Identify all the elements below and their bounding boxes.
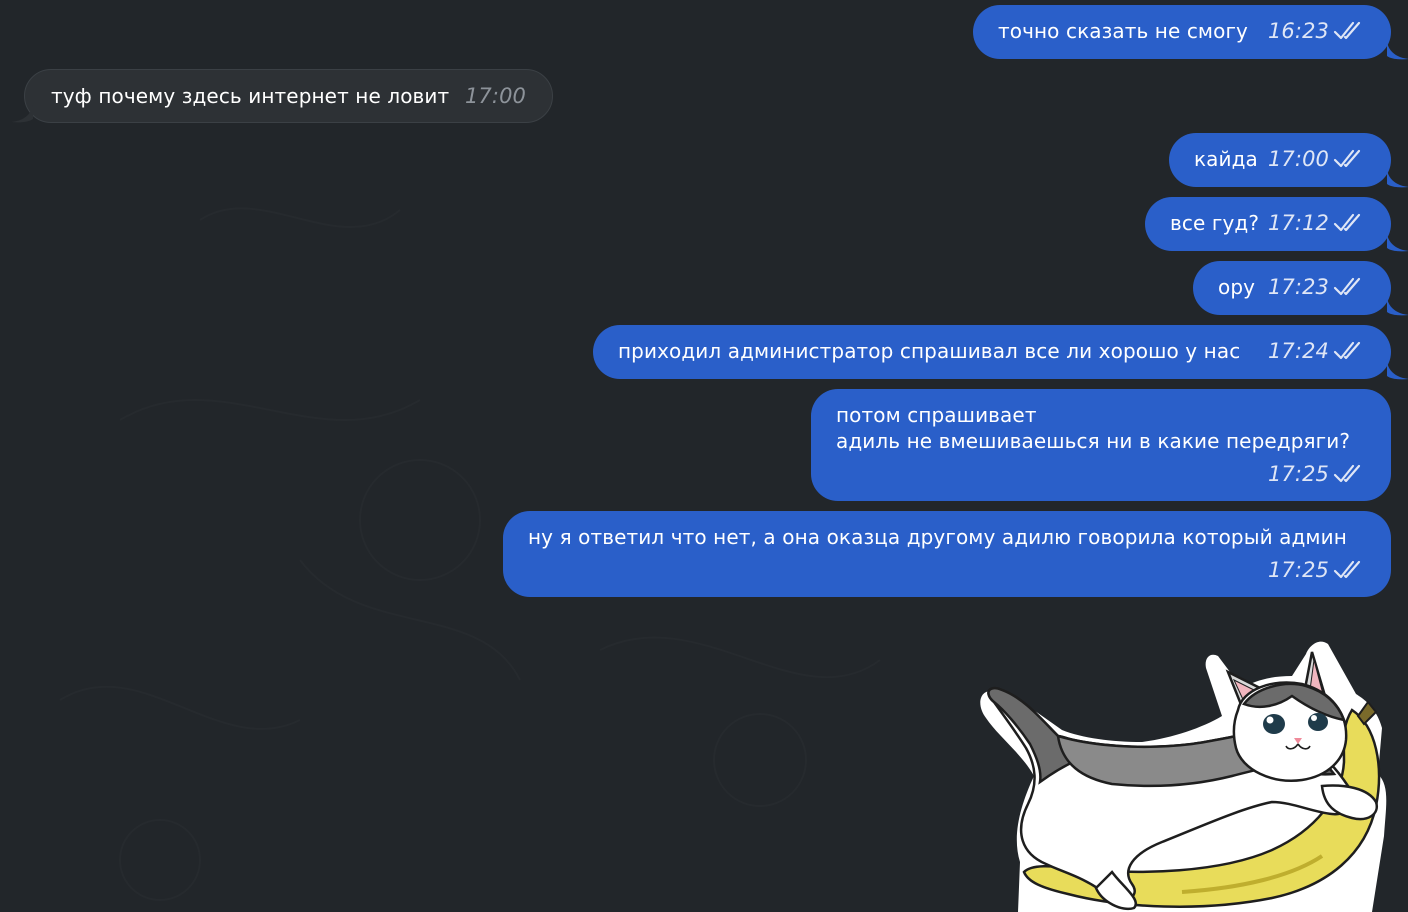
message-time: 17:25 (1267, 558, 1329, 582)
message-meta: 17:00 (1268, 146, 1363, 172)
message-text: потом спрашивает адиль не вмешиваешься н… (836, 403, 1351, 453)
bubble-tail (11, 105, 33, 123)
message-list[interactable]: точно сказать не смогу 16:23 туф почему … (0, 0, 1408, 912)
bubble-tail (1387, 170, 1408, 188)
message-meta: 17:25 (1268, 557, 1363, 583)
message-meta: 16:23 (1268, 18, 1363, 44)
message-outgoing[interactable]: все гуд? 17:12 (1145, 197, 1408, 252)
double-check-icon (1333, 560, 1361, 579)
message-meta: 17:12 (1268, 210, 1363, 236)
message-outgoing[interactable]: ору 17:23 (1193, 261, 1408, 316)
bubble-tail (1387, 362, 1408, 380)
cat-on-banana-sticker[interactable] (972, 636, 1392, 912)
bubble-tail (1387, 298, 1408, 316)
message-time: 17:00 (464, 84, 526, 108)
message-time: 17:24 (1267, 339, 1329, 363)
message-time: 16:23 (1267, 19, 1329, 43)
double-check-icon (1333, 464, 1361, 483)
message-text: ору (1218, 275, 1256, 299)
message-outgoing[interactable]: приходил администратор спрашивал все ли … (593, 325, 1408, 380)
bubble-tail (1387, 42, 1408, 60)
message-text: кайда (1194, 147, 1258, 171)
message-outgoing[interactable]: кайда 17:00 (1169, 133, 1408, 188)
message-meta: 17:00 (465, 83, 526, 109)
message-text: туф почему здесь интернет не ловит (51, 84, 450, 108)
double-check-icon (1333, 149, 1361, 168)
message-text: приходил администратор спрашивал все ли … (618, 339, 1241, 363)
message-outgoing[interactable]: потом спрашивает адиль не вмешиваешься н… (811, 389, 1391, 501)
double-check-icon (1333, 21, 1361, 40)
message-time: 17:00 (1267, 147, 1329, 171)
message-text: ну я ответил что нет, а она оказца друго… (528, 525, 1347, 549)
message-meta: 17:25 (1268, 461, 1363, 487)
message-meta: 17:23 (1268, 274, 1363, 300)
message-time: 17:25 (1267, 462, 1329, 486)
message-outgoing[interactable]: ну я ответил что нет, а она оказца друго… (503, 511, 1391, 597)
message-time: 17:12 (1267, 211, 1329, 235)
message-text: точно сказать не смогу (998, 19, 1248, 43)
double-check-icon (1333, 277, 1361, 296)
message-meta: 17:24 (1268, 338, 1363, 364)
double-check-icon (1333, 213, 1361, 232)
bubble-tail (1387, 234, 1408, 252)
message-outgoing[interactable]: точно сказать не смогу 16:23 (973, 5, 1408, 60)
message-incoming[interactable]: туф почему здесь интернет не ловит 17:00 (11, 69, 553, 123)
message-text: все гуд? (1170, 211, 1260, 235)
message-time: 17:23 (1267, 275, 1329, 299)
double-check-icon (1333, 341, 1361, 360)
